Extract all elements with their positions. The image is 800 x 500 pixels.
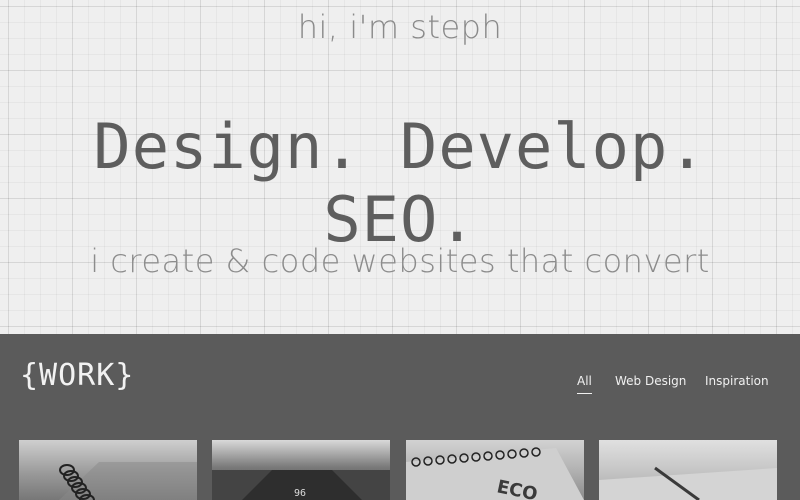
portfolio-thumb-eco-notebook[interactable]: ECO (406, 440, 584, 500)
headline-text: Design. Develop. SEO. (93, 110, 707, 256)
portfolio-thumb-spiral-notebook[interactable] (19, 440, 197, 500)
greeting-text: hi, i'm steph (297, 8, 503, 46)
hero-section: hi, i'm steph Design. Develop. SEO. i cr… (0, 0, 800, 334)
portfolio-thumb-pencil[interactable] (599, 440, 777, 500)
tagline-text: i create & code websites that convert (90, 242, 710, 280)
portfolio-thumb-road[interactable]: 96 (212, 440, 390, 500)
work-section: {WORK} All Web Design Inspiration 96 ECO (0, 334, 800, 500)
work-filter-nav: All Web Design Inspiration (0, 374, 800, 398)
spiral-notebook-image (59, 462, 197, 500)
road-number-text: 96 (294, 488, 306, 499)
filter-all[interactable]: All (577, 374, 592, 394)
pencil-paper-image (599, 466, 777, 500)
eco-notebook-image: ECO (406, 447, 584, 500)
filter-inspiration[interactable]: Inspiration (705, 374, 769, 388)
filter-web-design[interactable]: Web Design (615, 374, 686, 388)
road-image: 96 (212, 470, 390, 500)
